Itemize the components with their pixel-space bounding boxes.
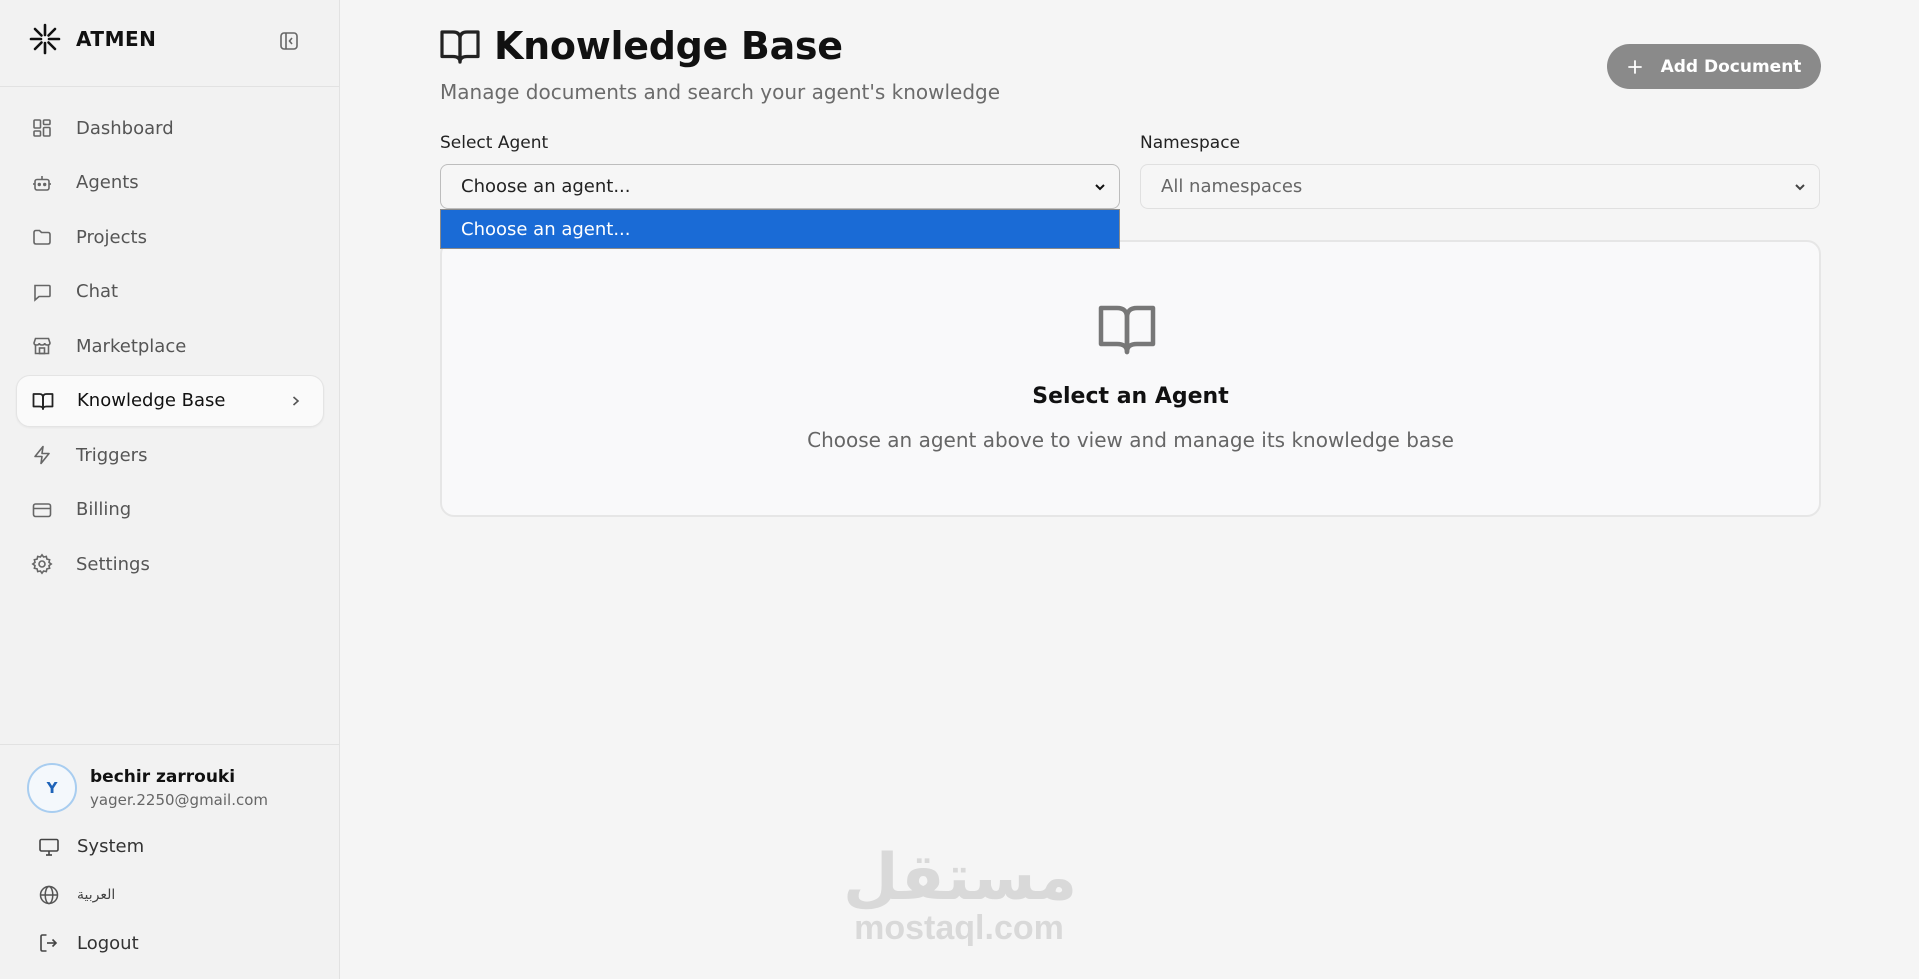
sidebar-item-label: Triggers bbox=[76, 444, 148, 466]
sidebar: ATMEN Dashboard Agents Projects Chat Mar… bbox=[0, 0, 340, 979]
chevron-down-icon bbox=[1795, 184, 1805, 191]
brand-name: ATMEN bbox=[76, 27, 157, 51]
add-document-button[interactable]: Add Document bbox=[1607, 44, 1821, 89]
sidebar-item-settings[interactable]: Settings bbox=[16, 538, 324, 590]
globe-icon bbox=[39, 885, 59, 905]
theme-toggle[interactable]: System bbox=[38, 836, 144, 857]
chat-bubble-icon bbox=[30, 280, 54, 304]
sidebar-item-triggers[interactable]: Triggers bbox=[16, 429, 324, 481]
book-open-icon bbox=[440, 30, 480, 64]
theme-label: System bbox=[77, 836, 145, 857]
language-toggle[interactable]: العربية bbox=[38, 884, 115, 906]
user-email: yager.2250@gmail.com bbox=[90, 791, 269, 809]
panel-collapse-icon bbox=[280, 32, 298, 50]
sidebar-item-label: Knowledge Base bbox=[77, 390, 226, 411]
empty-state-description: Choose an agent above to view and manage… bbox=[807, 428, 1454, 452]
namespace-value: All namespaces bbox=[1161, 176, 1303, 197]
logout-label: Logout bbox=[77, 932, 139, 954]
book-open-icon bbox=[31, 389, 55, 413]
dashboard-grid-icon bbox=[30, 116, 54, 140]
select-agent-value: Choose an agent... bbox=[461, 176, 631, 197]
sidebar-item-label: Agents bbox=[76, 172, 139, 193]
namespace-label: Namespace bbox=[1140, 133, 1241, 153]
store-icon bbox=[30, 334, 54, 358]
user-profile[interactable]: Y bechir zarrouki yager.2250@gmail.com bbox=[27, 763, 268, 813]
watermark-url: mostaql.com bbox=[854, 909, 1064, 947]
empty-state-card: Select an Agent Choose an agent above to… bbox=[440, 240, 1821, 517]
user-name: bechir zarrouki bbox=[90, 767, 236, 787]
empty-state-title: Select an Agent bbox=[1032, 384, 1229, 409]
sidebar-item-label: Billing bbox=[76, 499, 132, 520]
sidebar-item-label: Projects bbox=[76, 226, 147, 248]
sidebar-item-label: Settings bbox=[76, 553, 150, 575]
watermark-logo: مستقل bbox=[843, 841, 1078, 915]
watermark: مستقل mostaql.com bbox=[843, 841, 1078, 947]
select-agent-options: Choose an agent... bbox=[440, 209, 1120, 249]
select-agent-dropdown[interactable]: Choose an agent... bbox=[440, 164, 1120, 209]
page-title: Knowledge Base bbox=[494, 24, 843, 68]
select-agent-option[interactable]: Choose an agent... bbox=[441, 210, 1119, 248]
sidebar-item-label: Dashboard bbox=[76, 117, 174, 139]
collapse-sidebar-button[interactable] bbox=[278, 30, 300, 52]
sidebar-item-dashboard[interactable]: Dashboard bbox=[16, 102, 324, 154]
atmen-logo-icon bbox=[29, 23, 61, 55]
chevron-down-icon bbox=[1095, 184, 1105, 191]
sidebar-item-knowledge-base[interactable]: Knowledge Base bbox=[16, 374, 324, 427]
page-subtitle: Manage documents and search your agent's… bbox=[440, 80, 1001, 104]
sidebar-item-chat[interactable]: Chat bbox=[16, 266, 324, 318]
sidebar-divider bbox=[0, 86, 340, 87]
namespace-dropdown[interactable]: All namespaces bbox=[1140, 164, 1820, 209]
monitor-icon bbox=[39, 838, 59, 856]
lightning-icon bbox=[30, 443, 54, 467]
sidebar-nav: Dashboard Agents Projects Chat Marketpla… bbox=[16, 102, 324, 593]
language-label: العربية bbox=[77, 887, 116, 903]
gear-icon bbox=[30, 552, 54, 576]
sidebar-item-agents[interactable]: Agents bbox=[16, 157, 324, 209]
select-agent-label: Select Agent bbox=[440, 133, 549, 153]
bot-icon bbox=[30, 171, 54, 195]
page-header: Knowledge Base Manage documents and sear… bbox=[440, 24, 1000, 104]
plus-icon bbox=[1627, 59, 1642, 74]
sidebar-item-label: Chat bbox=[76, 281, 119, 302]
logout-button[interactable]: Logout bbox=[38, 932, 139, 954]
credit-card-icon bbox=[30, 498, 54, 522]
chevron-right-icon bbox=[292, 395, 300, 406]
avatar: Y bbox=[27, 763, 77, 813]
sidebar-divider bbox=[0, 744, 340, 745]
book-open-icon bbox=[1098, 305, 1156, 355]
logout-icon bbox=[40, 934, 58, 952]
add-document-label: Add Document bbox=[1660, 56, 1802, 77]
brand[interactable]: ATMEN bbox=[28, 22, 156, 56]
sidebar-item-label: Marketplace bbox=[76, 335, 187, 357]
folder-icon bbox=[30, 225, 54, 249]
sidebar-item-billing[interactable]: Billing bbox=[16, 484, 324, 536]
sidebar-item-marketplace[interactable]: Marketplace bbox=[16, 320, 324, 372]
sidebar-item-projects[interactable]: Projects bbox=[16, 211, 324, 263]
